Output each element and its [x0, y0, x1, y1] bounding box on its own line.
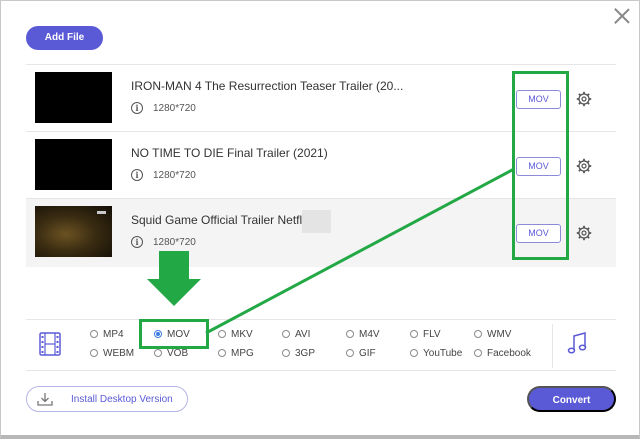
format-option-mkv[interactable]: MKV: [218, 329, 253, 340]
annotation-highlight-mov-option: [139, 319, 209, 349]
radio-icon: [346, 349, 354, 357]
install-desktop-label: Install Desktop Version: [71, 394, 173, 405]
format-option-facebook[interactable]: Facebook: [474, 348, 531, 359]
thumbnail-logo-mark: [97, 211, 106, 214]
file-resolution: 1280*720: [153, 170, 196, 181]
format-panel: MP4 MOV MKV AVI M4V FLV WMV WEBM VOB MPG…: [26, 319, 616, 371]
close-icon[interactable]: [612, 6, 632, 26]
divider: [552, 324, 553, 368]
video-thumbnail: [35, 139, 112, 190]
format-option-mp4[interactable]: MP4: [90, 329, 124, 340]
format-option-youtube[interactable]: YouTube: [410, 348, 462, 359]
add-file-button[interactable]: Add File: [26, 26, 103, 50]
format-option-avi[interactable]: AVI: [282, 329, 310, 340]
info-icon[interactable]: i: [131, 169, 143, 181]
gear-icon[interactable]: [576, 91, 592, 107]
info-icon[interactable]: i: [131, 236, 143, 248]
gear-icon[interactable]: [576, 158, 592, 174]
radio-icon: [410, 330, 418, 338]
radio-icon: [474, 349, 482, 357]
music-note-icon[interactable]: [566, 330, 588, 358]
radio-icon: [346, 330, 354, 338]
install-desktop-button[interactable]: Install Desktop Version: [26, 386, 188, 412]
format-option-mpg[interactable]: MPG: [218, 348, 254, 359]
file-title: NO TIME TO DIE Final Trailer (2021): [131, 146, 328, 160]
radio-icon: [90, 330, 98, 338]
gear-icon[interactable]: [576, 225, 592, 241]
file-resolution: 1280*720: [153, 103, 196, 114]
film-icon[interactable]: [38, 330, 62, 358]
format-option-webm[interactable]: WEBM: [90, 348, 134, 359]
radio-icon: [474, 330, 482, 338]
download-icon: [37, 393, 53, 406]
radio-icon: [218, 330, 226, 338]
annotation-highlight-format-column: [512, 71, 569, 260]
video-thumbnail: [35, 72, 112, 123]
radio-icon: [154, 349, 162, 357]
redacted-region: [302, 210, 331, 233]
file-title: IRON-MAN 4 The Resurrection Teaser Trail…: [131, 79, 404, 93]
format-option-vob[interactable]: VOB: [154, 348, 188, 359]
format-option-m4v[interactable]: M4V: [346, 329, 380, 340]
converter-window: Add File IRON-MAN 4 The Resurrection Tea…: [0, 0, 640, 439]
convert-button[interactable]: Convert: [527, 386, 616, 412]
radio-icon: [90, 349, 98, 357]
radio-icon: [282, 349, 290, 357]
format-option-wmv[interactable]: WMV: [474, 329, 511, 340]
file-resolution: 1280*720: [153, 237, 196, 248]
format-option-gif[interactable]: GIF: [346, 348, 376, 359]
format-option-3gp[interactable]: 3GP: [282, 348, 315, 359]
radio-icon: [282, 330, 290, 338]
video-thumbnail: [35, 206, 112, 257]
file-title: Squid Game Official Trailer Netflix: [131, 213, 311, 227]
radio-icon: [410, 349, 418, 357]
radio-icon: [218, 349, 226, 357]
info-icon[interactable]: i: [131, 102, 143, 114]
format-option-flv[interactable]: FLV: [410, 329, 441, 340]
